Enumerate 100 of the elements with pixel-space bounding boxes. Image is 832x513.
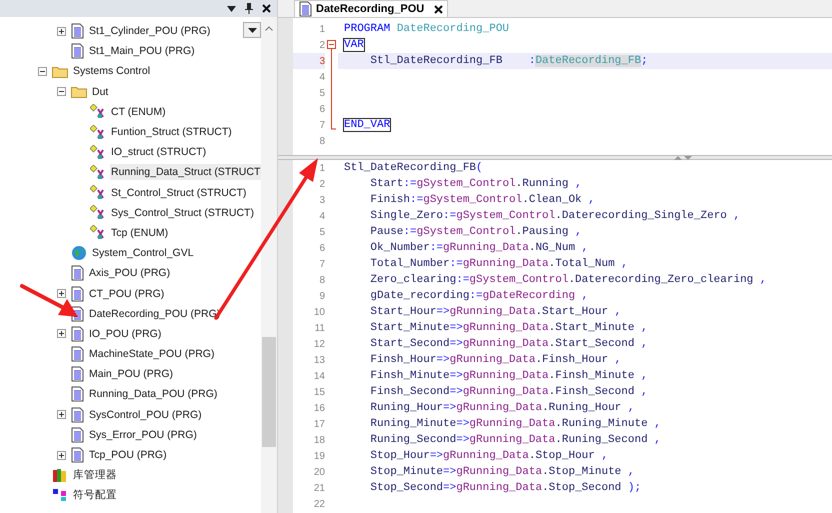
tree-item[interactable]: St_Control_Struct (STRUCT) — [110, 184, 248, 201]
code-line: Ok_Number:=gRunning_Data.NG_Num , — [369, 240, 588, 256]
tree-item[interactable]: Sys_Control_Struct (STRUCT) — [110, 204, 255, 221]
structure-icon — [90, 205, 106, 220]
line-number: 13 — [312, 354, 325, 368]
structure-icon — [90, 185, 106, 200]
line-number: 21 — [312, 482, 325, 496]
line-number: 12 — [312, 338, 325, 352]
dropdown-icon[interactable] — [227, 6, 236, 12]
code-line: VAR — [344, 38, 364, 53]
editor-tab[interactable]: DateRecording_POU — [294, 0, 448, 17]
code-line: Start:=gSystem_Control.Running , — [369, 176, 582, 192]
tree-item[interactable]: Funtion_Struct (STRUCT) — [110, 124, 233, 140]
pin-icon[interactable] — [245, 3, 253, 14]
tree-item[interactable]: IO_POU (PRG) — [88, 326, 162, 342]
folder-icon — [52, 64, 68, 78]
tree-item[interactable]: IO_struct (STRUCT) — [110, 144, 208, 160]
document-icon — [71, 406, 84, 423]
document-icon — [71, 326, 84, 342]
tree-item[interactable]: CT (ENUM) — [110, 104, 167, 120]
tree-item[interactable]: MachineState_POU (PRG) — [88, 346, 216, 362]
expand-icon[interactable] — [57, 410, 66, 420]
line-number: 2 — [318, 38, 325, 52]
close-icon[interactable] — [262, 4, 271, 13]
tree-item[interactable]: Tcp_POU (PRG) — [88, 447, 168, 464]
line-number: 1 — [318, 22, 325, 36]
tree-item[interactable]: St1_Cylinder_POU (PRG) — [88, 23, 212, 40]
line-number: 18 — [312, 434, 325, 448]
line-number: 8 — [318, 134, 325, 148]
tree-item[interactable]: 库管理器 — [72, 467, 118, 484]
close-icon[interactable] — [434, 4, 444, 14]
scroll-up-icon[interactable] — [265, 26, 274, 31]
tree-item[interactable]: SysControl_POU (PRG) — [88, 406, 203, 423]
books-icon — [52, 467, 68, 484]
tree-item[interactable]: Running_Data_Struct (STRUCT — [110, 164, 262, 180]
code-line: Stop_Hour=>gRunning_Data.Stop_Hour , — [369, 448, 608, 464]
code-line: Start_Second=>gRunning_Data.Start_Second , — [369, 336, 648, 352]
tree-item[interactable]: Tcp (ENUM) — [110, 224, 170, 241]
document-icon — [71, 386, 84, 402]
code-line: Finsh_Second=>gRunning_Data.Finsh_Second , — [369, 384, 648, 400]
document-icon — [71, 366, 84, 382]
code-line: Zero_clearing:=gSystem_Control.Daterecording_Zero_clearing , — [369, 272, 766, 288]
tree-item[interactable]: CT_POU (PRG) — [88, 286, 166, 302]
document-icon — [71, 426, 84, 443]
tree-item[interactable]: Systems Control — [72, 63, 152, 80]
document-icon — [71, 346, 84, 362]
code-line: Total_Number:=gRunning_Data.Total_Num , — [369, 256, 628, 272]
fold-icon[interactable] — [327, 37, 336, 53]
document-icon — [71, 447, 84, 464]
structure-icon — [90, 124, 106, 140]
expand-icon[interactable] — [57, 26, 66, 36]
line-number: 5 — [318, 226, 325, 240]
expand-icon[interactable] — [57, 329, 66, 338]
structure-icon — [90, 225, 106, 240]
line-number: 20 — [312, 466, 325, 480]
document-icon — [71, 265, 84, 282]
dropdown-button[interactable] — [243, 22, 262, 38]
document-icon — [71, 43, 84, 60]
code-line: Single_Zero:=gSystem_Control.Daterecording_Single_Zero , — [369, 208, 740, 224]
line-number: 17 — [312, 418, 325, 432]
line-number: 15 — [312, 386, 325, 400]
structure-icon — [90, 144, 106, 160]
line-number: 10 — [312, 306, 325, 320]
expand-icon[interactable] — [57, 289, 66, 298]
tree-item[interactable]: 符号配置 — [72, 487, 118, 504]
scrollbar[interactable] — [261, 17, 277, 513]
code-line: Finsh_Hour=>gRunning_Data.Finsh_Hour , — [369, 352, 622, 368]
line-number: 14 — [312, 370, 325, 384]
line-number: 4 — [318, 210, 325, 224]
line-number: 8 — [318, 274, 325, 288]
code-line: Pause:=gSystem_Control.Pausing , — [369, 224, 582, 240]
code-line: PROGRAM DateRecording_POU — [344, 22, 510, 37]
symbol-icon — [52, 488, 68, 502]
line-number: 7 — [318, 118, 325, 132]
expand-icon[interactable] — [57, 450, 66, 460]
line-number: 16 — [312, 402, 325, 416]
folder-icon — [71, 85, 87, 98]
line-number: 11 — [314, 322, 325, 336]
code-line: Stop_Minute=>gRunning_Data.Stop_Minute , — [369, 464, 634, 480]
scrollbar-thumb[interactable] — [262, 337, 276, 447]
code-line: Runing_Hour=>gRunning_Data.Runing_Hour , — [369, 400, 634, 416]
line-number: 5 — [318, 86, 325, 100]
tree-item[interactable]: Axis_POU (PRG) — [88, 265, 172, 282]
tree-item[interactable]: Dut — [91, 84, 110, 100]
code-line: Start_Minute=>gRunning_Data.Start_Minute , — [369, 320, 648, 336]
tree-item[interactable]: System_Control_GVL — [91, 245, 195, 262]
collapse-icon[interactable] — [57, 87, 66, 96]
line-number: 7 — [318, 258, 325, 272]
tree-item[interactable]: St1_Main_POU (PRG) — [88, 43, 196, 60]
globe-icon — [71, 245, 87, 262]
code-line: Runing_Second=>gRunning_Data.Runing_Second , — [369, 432, 661, 448]
collapse-icon[interactable] — [38, 66, 47, 76]
document-icon — [71, 23, 84, 40]
code-line: Stl_DateRecording_FB( — [344, 160, 483, 176]
line-number: 6 — [318, 102, 325, 116]
tree-item[interactable]: Running_Data_POU (PRG) — [88, 386, 218, 402]
code-line: Finsh_Minute=>gRunning_Data.Finsh_Minute , — [369, 368, 648, 384]
tree-item[interactable]: Main_POU (PRG) — [88, 366, 174, 382]
tree-item[interactable]: Sys_Error_POU (PRG) — [88, 426, 198, 443]
structure-icon — [90, 104, 106, 120]
